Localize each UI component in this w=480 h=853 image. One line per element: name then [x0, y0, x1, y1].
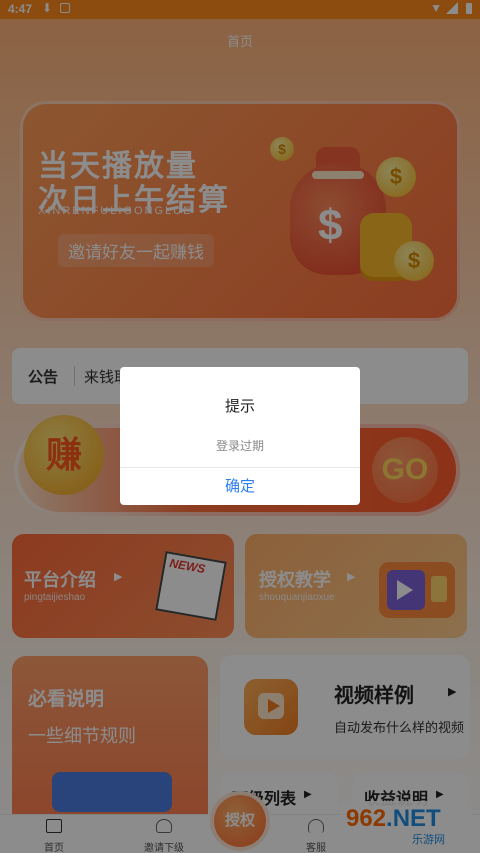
- confirm-button[interactable]: 确定: [120, 468, 360, 505]
- alert-dialog: 提示 登录过期 确定: [120, 367, 360, 505]
- dialog-title: 提示: [224, 398, 255, 415]
- dialog-message: 登录过期: [215, 439, 264, 453]
